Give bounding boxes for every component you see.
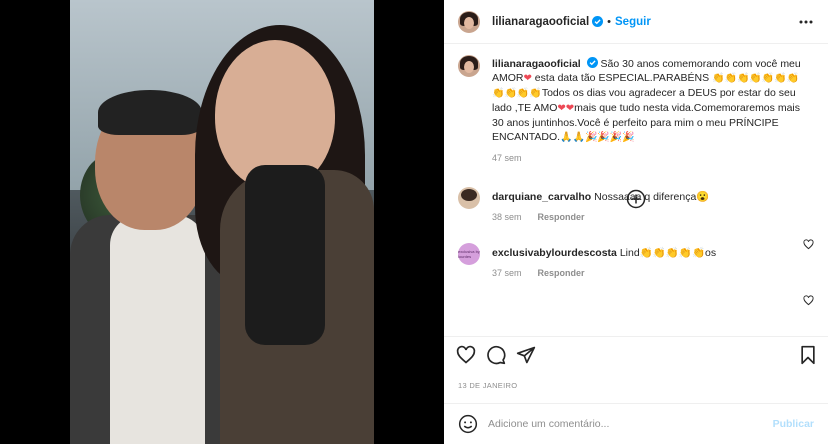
post-sidebar: lilianaragaooficial • Seguir lilianaraga… (444, 0, 828, 444)
comment-time[interactable]: 37 sem (492, 268, 522, 278)
heart-emoji: ❤ (565, 103, 575, 114)
caption-avatar[interactable] (458, 55, 480, 77)
comment-meta: 38 sem Responder (492, 212, 792, 222)
save-icon[interactable] (798, 345, 818, 365)
caption-row: lilianaragaooficial São 30 anos comemora… (458, 45, 814, 163)
action-bar (444, 336, 828, 372)
comment-icon[interactable] (486, 345, 506, 365)
comment-meta: 37 sem Responder (492, 268, 792, 278)
share-icon[interactable] (516, 345, 536, 365)
heart-emoji: ❤ (557, 103, 566, 114)
comment-text: exclusivabylourdescosta Lind👏👏👏👏👏os (492, 246, 792, 260)
more-icon[interactable] (798, 14, 814, 30)
comment-text: darquiane_carvalho Nossaaaa q diferença😮 (492, 190, 792, 204)
heart-emoji: ❤ (523, 73, 532, 84)
commenter-avatar[interactable]: exclusiva by lourdes (458, 243, 480, 265)
author-avatar[interactable] (458, 10, 480, 33)
commenter-avatar[interactable] (458, 187, 480, 209)
comment-item: darquiane_carvalho Nossaaaa q diferença😮… (458, 187, 792, 222)
heart-icon[interactable] (456, 345, 476, 365)
caption-meta: 47 sem (492, 153, 807, 163)
caption-part: esta data tão ESPECIAL.PARABÉNS (531, 72, 713, 84)
comment-input[interactable] (488, 418, 758, 430)
comment-item: exclusiva by lourdes exclusivabylourdesc… (458, 243, 792, 278)
pray-emoji: 🙏🙏🎉🎉🎉🎉 (560, 132, 635, 143)
add-comment-bar: Publicar (444, 403, 828, 444)
comment-username[interactable]: exclusivabylourdescosta (492, 247, 617, 259)
post-media (0, 0, 444, 444)
avatar-logo-text: exclusiva by lourdes (458, 249, 480, 259)
comment-body: Lind👏👏👏👏👏os (619, 247, 717, 259)
caption-username[interactable]: lilianaragaooficial (492, 58, 581, 70)
follow-button[interactable]: Seguir (615, 16, 651, 28)
post-header: lilianaragaooficial • Seguir (444, 0, 828, 44)
verified-icon (586, 57, 598, 68)
heart-icon[interactable] (803, 295, 814, 306)
author-username[interactable]: lilianaragaooficial (492, 16, 589, 28)
separator-dot: • (607, 15, 612, 28)
comment-username[interactable]: darquiane_carvalho (492, 191, 591, 203)
comment-time[interactable]: 38 sem (492, 212, 522, 222)
smile-icon[interactable] (458, 414, 478, 434)
reply-button[interactable]: Responder (538, 212, 585, 222)
caption-text: lilianaragaooficial São 30 anos comemora… (492, 57, 807, 145)
post-photo[interactable] (70, 0, 374, 444)
comment-body: Nossaaaa q diferença😮 (594, 191, 710, 203)
publish-button[interactable]: Publicar (773, 418, 814, 430)
heart-icon[interactable] (803, 239, 814, 250)
post-date[interactable]: 13 DE JANEIRO (458, 381, 517, 390)
verified-icon (592, 16, 604, 27)
caption-time[interactable]: 47 sem (492, 153, 522, 163)
reply-button[interactable]: Responder (538, 268, 585, 278)
